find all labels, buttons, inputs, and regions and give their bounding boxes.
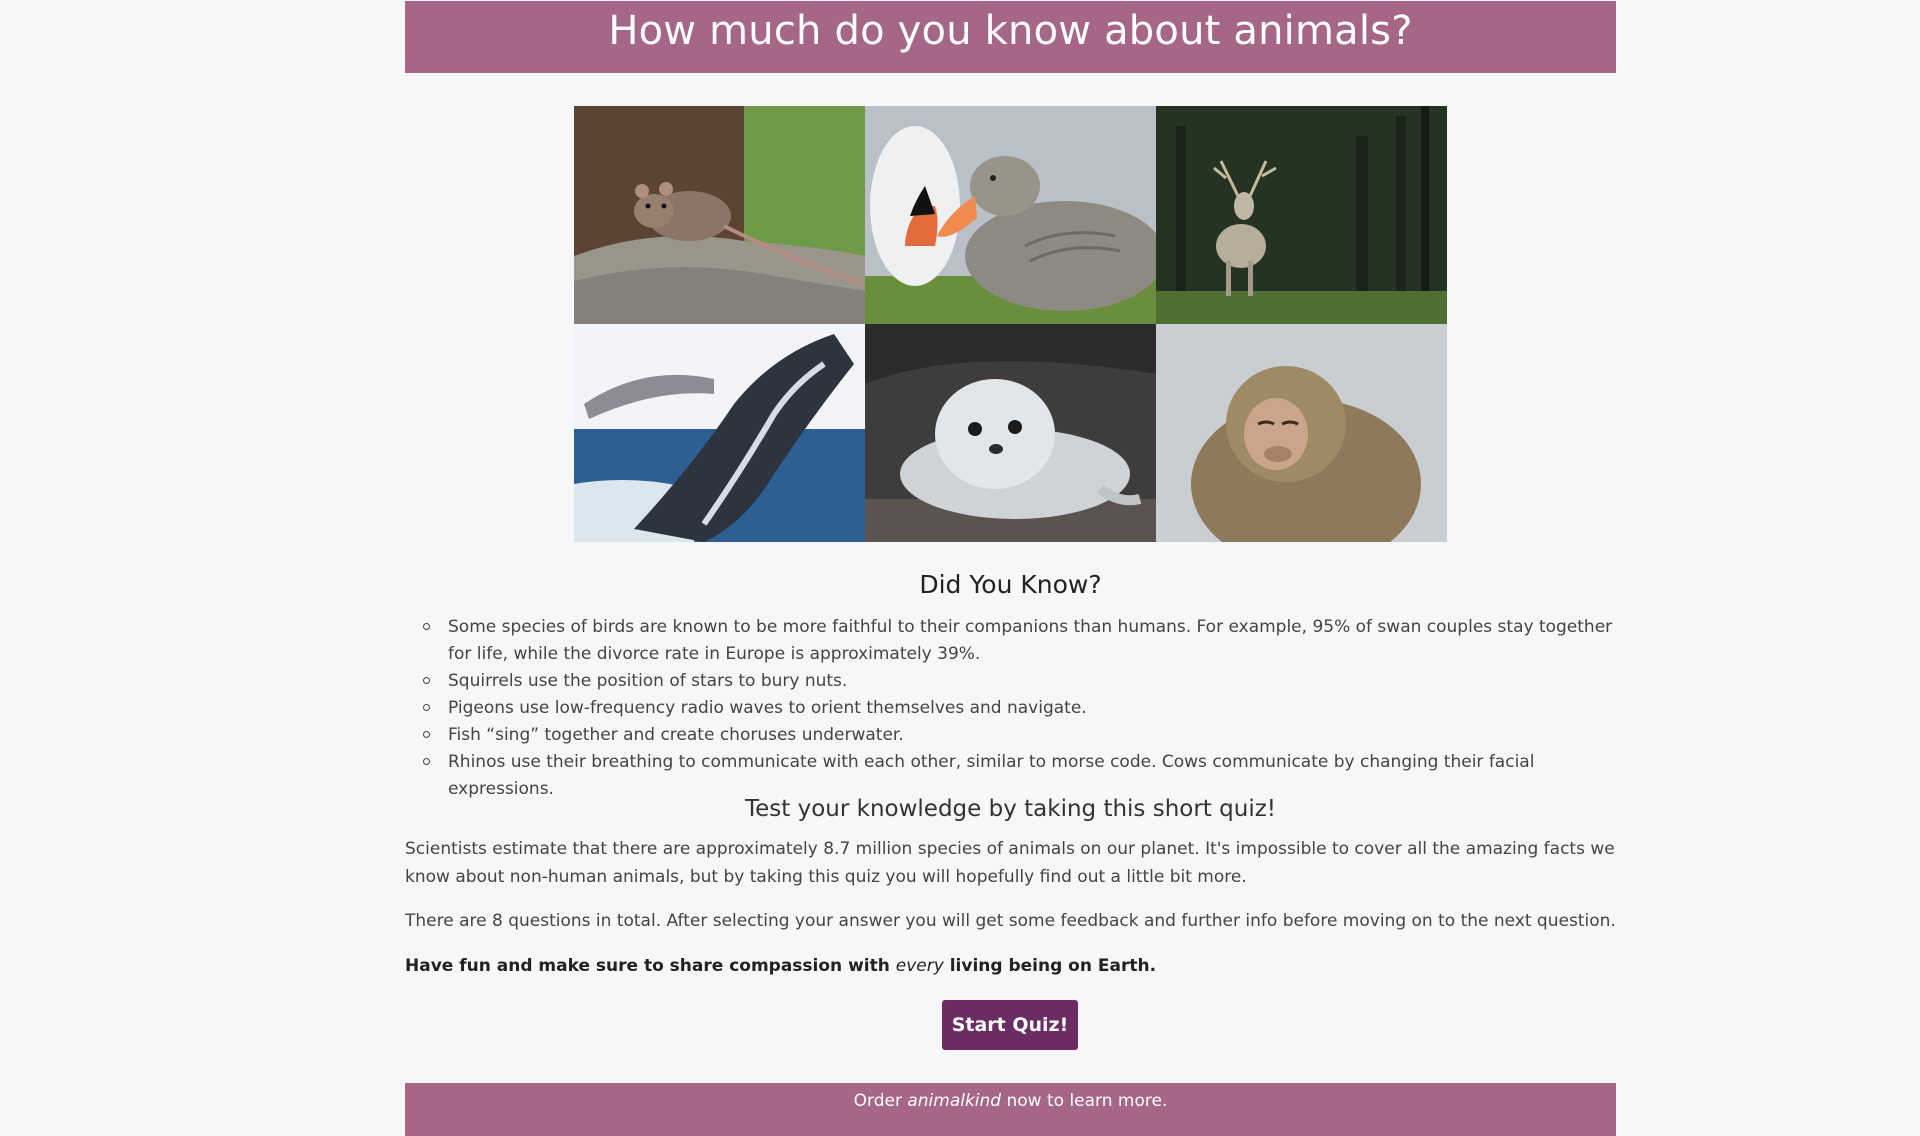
list-item: Rhinos use their breathing to communicat… [423, 749, 1616, 803]
deer-photo [1156, 106, 1447, 324]
circle-bullet-icon [423, 731, 430, 738]
geese-photo [865, 106, 1156, 324]
quiz-heading: Test your knowledge by taking this short… [745, 796, 1276, 822]
list-item: Fish “sing” together and create choruses… [423, 722, 1616, 749]
circle-bullet-icon [423, 758, 430, 765]
seal-photo [865, 324, 1156, 542]
circle-bullet-icon [423, 704, 430, 711]
circle-bullet-icon [423, 677, 430, 684]
list-item: Pigeons use low-frequency radio waves to… [423, 695, 1616, 722]
start-quiz-button[interactable]: Start Quiz! [942, 1000, 1078, 1050]
intro-paragraph: Scientists estimate that there are appro… [405, 839, 1615, 887]
list-item: Squirrels use the position of stars to b… [423, 668, 1616, 695]
rat-photo [574, 106, 865, 324]
facts-heading: Did You Know? [919, 570, 1102, 599]
list-item: Some species of birds are known to be mo… [423, 614, 1616, 668]
animal-gallery [574, 106, 1447, 542]
monkey-photo [1156, 324, 1447, 542]
page-title: How much do you know about animals? [608, 8, 1413, 54]
closing-paragraph: Have fun and make sure to share compassi… [405, 956, 1157, 976]
emphasis-word: every [895, 956, 944, 976]
circle-bullet-icon [423, 623, 430, 630]
facts-list: Some species of birds are known to be mo… [405, 614, 1616, 803]
page-header: How much do you know about animals? [405, 1, 1616, 73]
questions-info-paragraph: There are 8 questions in total. After se… [405, 911, 1616, 931]
whale-photo [574, 324, 865, 542]
brand-name: animalkind [907, 1091, 1002, 1111]
page-footer: Order animalkind now to learn more. [405, 1083, 1616, 1136]
